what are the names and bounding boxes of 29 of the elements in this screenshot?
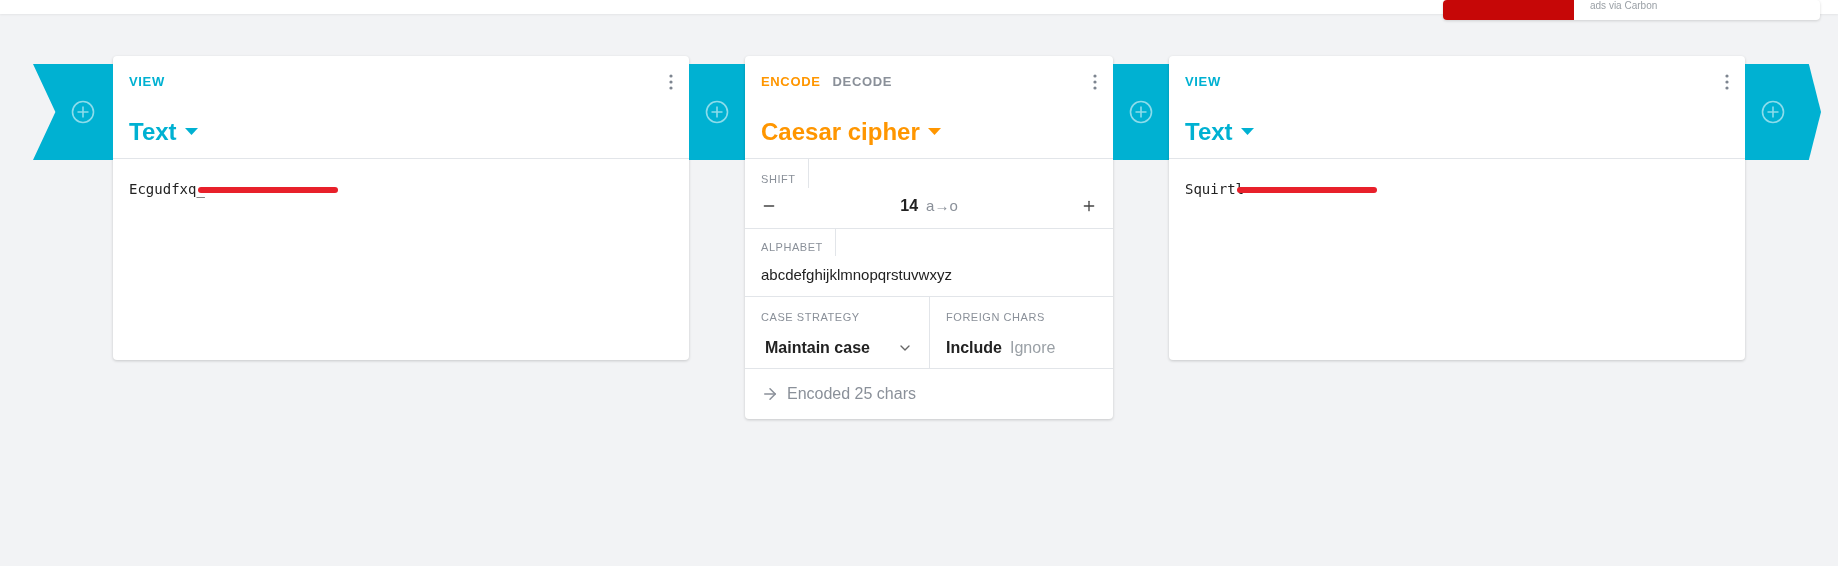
field-label: CASE STRATEGY [761,310,861,325]
card-label: VIEW [129,73,165,91]
cipher-dropdown[interactable]: Caesar cipher [761,113,941,150]
card-label: VIEW [1185,73,1221,91]
shift-mapping: a→o [926,195,958,216]
more-icon[interactable] [1725,73,1729,90]
status-text: Encoded 25 chars [787,384,916,404]
field-label: SHIFT [761,159,809,188]
more-icon[interactable] [1093,73,1097,90]
alphabet-field[interactable]: abcdefghijklmnopqrstuvwxyz [761,263,1097,286]
field-label: FOREIGN CHARS [946,310,1046,325]
field-label: ALPHABET [761,229,836,256]
option-toggle[interactable]: Ignore [1010,335,1056,360]
arrow-right-icon [761,385,779,403]
shift-value[interactable]: 14 [900,193,919,218]
more-icon[interactable] [669,73,673,90]
option-toggle[interactable]: Include [946,335,1002,360]
caret-icon [184,128,198,135]
text-content[interactable]: Ecgudfxq_ [129,179,205,200]
view-type-dropdown[interactable]: Text [129,113,198,150]
caret-icon [927,128,941,135]
ad-banner[interactable]: ads via Carbon [1443,0,1820,20]
mode-tab[interactable]: ENCODE [761,72,821,92]
mode-tab[interactable]: DECODE [832,72,893,92]
case-strategy-select[interactable]: Maintain case [761,335,913,360]
text-content[interactable]: Squirtl [1185,179,1244,200]
view-type-dropdown[interactable]: Text [1185,113,1254,150]
caret-icon [1240,128,1254,135]
ad-credit[interactable]: ads via Carbon [1590,0,1658,20]
